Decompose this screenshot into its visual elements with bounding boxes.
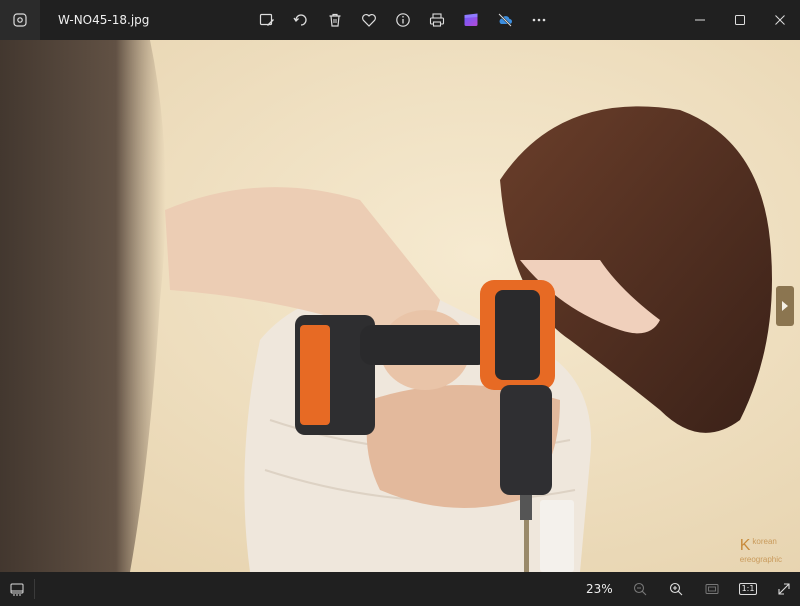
cloud-off-icon	[498, 13, 512, 27]
zoom-out-icon	[633, 582, 647, 596]
close-icon	[775, 15, 785, 25]
toolbar	[250, 0, 556, 40]
minimize-icon	[695, 19, 705, 21]
print-button[interactable]	[420, 0, 454, 40]
print-icon	[429, 13, 445, 27]
window-controls	[680, 0, 800, 40]
delete-button[interactable]	[318, 0, 352, 40]
zoom-level[interactable]: 23%	[586, 572, 613, 606]
minimize-button[interactable]	[680, 0, 720, 40]
maximize-icon	[735, 15, 745, 25]
rotate-icon	[293, 14, 307, 26]
next-image-button[interactable]	[776, 286, 794, 326]
close-button[interactable]	[760, 0, 800, 40]
trash-icon	[329, 13, 341, 27]
title-bar: W-NO45-18.jpg	[0, 0, 800, 40]
zoom-controls: 1:1	[622, 572, 800, 606]
more-button[interactable]	[522, 0, 556, 40]
clipchamp-button[interactable]	[454, 0, 488, 40]
maximize-button[interactable]	[720, 0, 760, 40]
photos-app-icon[interactable]	[0, 0, 40, 40]
more-icon	[532, 18, 546, 22]
zoom-out-button[interactable]	[622, 572, 658, 606]
edit-image-button[interactable]	[250, 0, 284, 40]
file-info-button[interactable]	[386, 0, 420, 40]
edit-image-icon	[259, 13, 274, 26]
fullscreen-button[interactable]	[766, 572, 800, 606]
fullscreen-icon	[778, 583, 790, 595]
watermark-mark: K	[739, 537, 751, 554]
favorite-button[interactable]	[352, 0, 386, 40]
fit-to-window-button[interactable]	[694, 572, 730, 606]
actual-size-label: 1:1	[738, 583, 758, 595]
rotate-button[interactable]	[284, 0, 318, 40]
status-bar: 23% 1:1	[0, 572, 800, 606]
zoom-in-button[interactable]	[658, 572, 694, 606]
clipchamp-icon	[464, 13, 478, 26]
zoom-in-icon	[669, 582, 683, 596]
info-icon	[396, 13, 410, 27]
watermark: K korean ereographic	[740, 537, 782, 564]
heart-icon	[362, 14, 376, 27]
window-title: W-NO45-18.jpg	[58, 13, 150, 27]
filmstrip-icon	[10, 583, 24, 596]
photo	[0, 40, 800, 572]
filmstrip-button[interactable]	[0, 572, 34, 606]
fit-to-window-icon	[705, 584, 719, 594]
status-divider	[34, 579, 35, 599]
chevron-right-icon	[782, 301, 788, 311]
onedrive-button[interactable]	[488, 0, 522, 40]
image-canvas[interactable]: K korean ereographic	[0, 40, 800, 572]
actual-size-button[interactable]: 1:1	[730, 572, 766, 606]
